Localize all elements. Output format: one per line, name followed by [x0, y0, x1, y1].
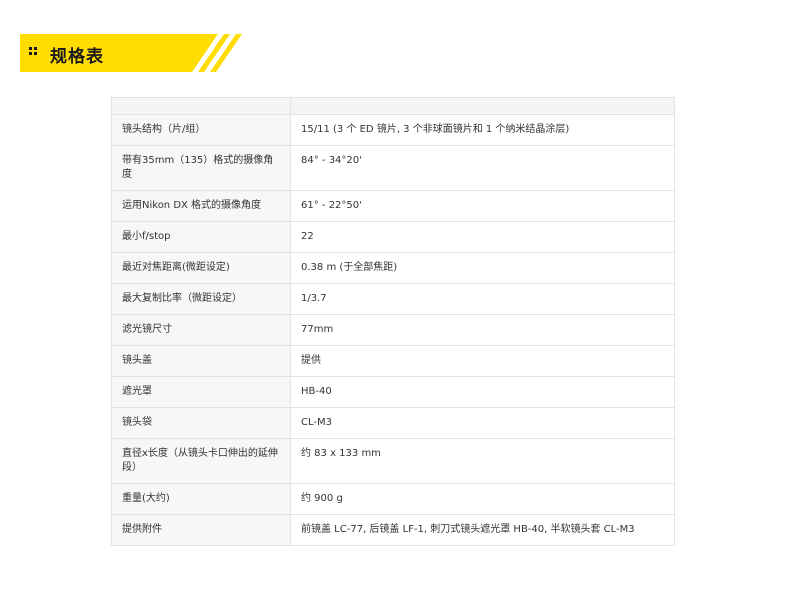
spec-label: 提供附件: [111, 514, 291, 546]
table-row: 镜头袋 CL-M3: [111, 407, 675, 439]
spec-value: 84° - 34°20': [290, 145, 675, 191]
spec-value: 提供: [290, 345, 675, 377]
table-row: 最大复制比率（微距设定） 1/3.7: [111, 283, 675, 315]
spec-value: 前镜盖 LC-77, 后镜盖 LF-1, 刺刀式镜头遮光罩 HB-40, 半软镜…: [290, 514, 675, 546]
table-row: 镜头结构（片/组） 15/11 (3 个 ED 镜片, 3 个非球面镜片和 1 …: [111, 114, 675, 146]
spec-table: 镜头结构（片/组） 15/11 (3 个 ED 镜片, 3 个非球面镜片和 1 …: [111, 97, 675, 546]
grid-bullet-icon: [29, 47, 38, 56]
spec-value: 22: [290, 221, 675, 253]
table-row: 遮光罩 HB-40: [111, 376, 675, 408]
spec-value: HB-40: [290, 376, 675, 408]
table-row: 最小f/stop 22: [111, 221, 675, 253]
spec-label: 镜头盖: [111, 345, 291, 377]
spec-label: 滤光镜尺寸: [111, 314, 291, 346]
spec-label: 镜头袋: [111, 407, 291, 439]
table-row: 镜头盖 提供: [111, 345, 675, 377]
spec-value: 77mm: [290, 314, 675, 346]
spec-label: 直径x长度（从镜头卡口伸出的延伸段）: [111, 438, 291, 484]
spec-label: 最大复制比率（微距设定）: [111, 283, 291, 315]
spec-value: 0.38 m (于全部焦距): [290, 252, 675, 284]
spec-label: 带有35mm（135）格式的摄像角度: [111, 145, 291, 191]
spec-value: 15/11 (3 个 ED 镜片, 3 个非球面镜片和 1 个纳米结晶涂层): [290, 114, 675, 146]
spec-label: 重量(大约): [111, 483, 291, 515]
table-row: 最近对焦距离(微距设定) 0.38 m (于全部焦距): [111, 252, 675, 284]
spec-value: 约 900 g: [290, 483, 675, 515]
spec-label: 最近对焦距离(微距设定): [111, 252, 291, 284]
table-header-cell: [290, 97, 675, 115]
spec-label: 遮光罩: [111, 376, 291, 408]
section-banner: 规格表: [20, 34, 244, 72]
spec-value: 1/3.7: [290, 283, 675, 315]
spec-label: 镜头结构（片/组）: [111, 114, 291, 146]
table-header-cell: [111, 97, 291, 115]
table-row: 重量(大约) 约 900 g: [111, 483, 675, 515]
table-row: 直径x长度（从镜头卡口伸出的延伸段） 约 83 x 133 mm: [111, 438, 675, 484]
table-row: 提供附件 前镜盖 LC-77, 后镜盖 LF-1, 刺刀式镜头遮光罩 HB-40…: [111, 514, 675, 546]
page-title: 规格表: [50, 47, 104, 67]
spec-label: 运用Nikon DX 格式的摄像角度: [111, 190, 291, 222]
spec-value: 61° - 22°50': [290, 190, 675, 222]
table-row: 带有35mm（135）格式的摄像角度 84° - 34°20': [111, 145, 675, 191]
table-row: 滤光镜尺寸 77mm: [111, 314, 675, 346]
spec-value: 约 83 x 133 mm: [290, 438, 675, 484]
spec-label: 最小f/stop: [111, 221, 291, 253]
table-row: 运用Nikon DX 格式的摄像角度 61° - 22°50': [111, 190, 675, 222]
table-header-row: [111, 97, 675, 115]
spec-value: CL-M3: [290, 407, 675, 439]
